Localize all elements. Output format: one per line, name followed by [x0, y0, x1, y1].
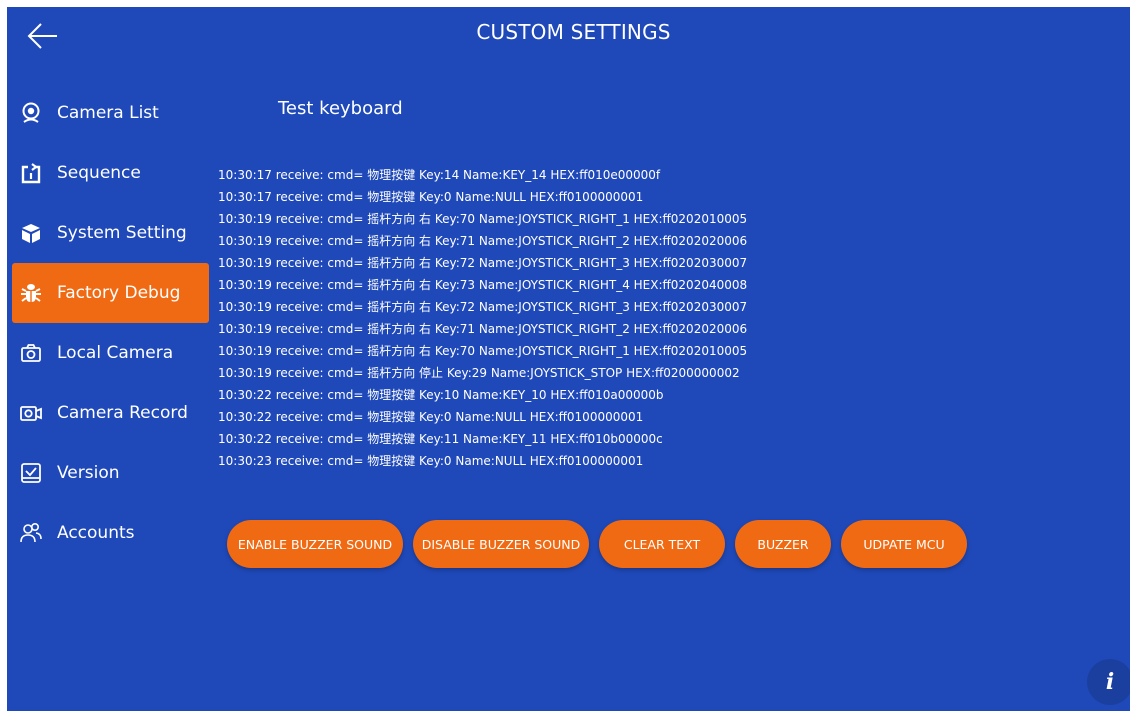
cube-icon	[20, 222, 42, 244]
enable-buzzer-sound-button[interactable]: ENABLE BUZZER SOUND	[227, 520, 403, 568]
sidebar-item-label: System Setting	[57, 223, 187, 243]
sidebar-item-accounts[interactable]: Accounts	[12, 503, 209, 563]
sidebar-item-factory-debug[interactable]: Factory Debug	[12, 263, 209, 323]
page-title: CUSTOM SETTINGS	[476, 20, 671, 44]
sidebar-item-label: Local Camera	[57, 343, 174, 363]
debug-log: 10:30:17 receive: cmd= 物理按键 Key:14 Name:…	[218, 164, 1038, 472]
sidebar-item-system-setting[interactable]: System Setting	[12, 203, 209, 263]
app-screen: CUSTOM SETTINGS Camera List Sequence Sys…	[7, 7, 1130, 711]
disable-buzzer-sound-button[interactable]: DISABLE BUZZER SOUND	[413, 520, 589, 568]
sidebar-item-label: Camera Record	[57, 403, 188, 423]
log-line: 10:30:19 receive: cmd= 摇杆方向 右 Key:71 Nam…	[218, 322, 748, 336]
log-line: 10:30:23 receive: cmd= 物理按键 Key:0 Name:N…	[218, 454, 644, 468]
log-line: 10:30:19 receive: cmd= 摇杆方向 右 Key:70 Nam…	[218, 344, 748, 358]
info-icon: i	[1105, 669, 1115, 695]
log-line: 10:30:19 receive: cmd= 摇杆方向 右 Key:71 Nam…	[218, 234, 748, 248]
webcam-icon	[20, 102, 42, 124]
sidebar-item-label: Factory Debug	[57, 283, 181, 303]
sidebar-item-local-camera[interactable]: Local Camera	[12, 323, 209, 383]
info-button[interactable]: i	[1087, 659, 1130, 705]
action-buttons: ENABLE BUZZER SOUND DISABLE BUZZER SOUND…	[227, 520, 977, 568]
sidebar-item-sequence[interactable]: Sequence	[12, 143, 209, 203]
sidebar-item-camera-list[interactable]: Camera List	[12, 83, 209, 143]
sidebar: Camera List Sequence System Setting Fact…	[12, 83, 209, 563]
users-icon	[20, 522, 42, 544]
video-camera-icon	[20, 402, 42, 424]
section-title: Test keyboard	[278, 98, 403, 119]
sidebar-item-label: Accounts	[57, 523, 135, 543]
log-line: 10:30:22 receive: cmd= 物理按键 Key:10 Name:…	[218, 388, 664, 402]
bug-icon	[20, 282, 42, 304]
version-icon	[20, 462, 42, 484]
sidebar-item-version[interactable]: Version	[12, 443, 209, 503]
camera-icon	[20, 342, 42, 364]
log-line: 10:30:19 receive: cmd= 摇杆方向 右 Key:70 Nam…	[218, 212, 748, 226]
update-mcu-button[interactable]: UDPATE MCU	[841, 520, 967, 568]
sidebar-item-camera-record[interactable]: Camera Record	[12, 383, 209, 443]
log-line: 10:30:19 receive: cmd= 摇杆方向 停止 Key:29 Na…	[218, 366, 740, 380]
sidebar-item-label: Camera List	[57, 103, 159, 123]
log-line: 10:30:17 receive: cmd= 物理按键 Key:0 Name:N…	[218, 190, 644, 204]
sequence-icon	[20, 162, 42, 184]
log-line: 10:30:17 receive: cmd= 物理按键 Key:14 Name:…	[218, 168, 661, 182]
log-line: 10:30:19 receive: cmd= 摇杆方向 右 Key:72 Nam…	[218, 300, 748, 314]
log-line: 10:30:19 receive: cmd= 摇杆方向 右 Key:73 Nam…	[218, 278, 748, 292]
log-line: 10:30:22 receive: cmd= 物理按键 Key:11 Name:…	[218, 432, 663, 446]
sidebar-item-label: Version	[57, 463, 120, 483]
sidebar-item-label: Sequence	[57, 163, 141, 183]
buzzer-button[interactable]: BUZZER	[735, 520, 831, 568]
clear-text-button[interactable]: CLEAR TEXT	[599, 520, 725, 568]
log-line: 10:30:22 receive: cmd= 物理按键 Key:0 Name:N…	[218, 410, 644, 424]
log-line: 10:30:19 receive: cmd= 摇杆方向 右 Key:72 Nam…	[218, 256, 748, 270]
